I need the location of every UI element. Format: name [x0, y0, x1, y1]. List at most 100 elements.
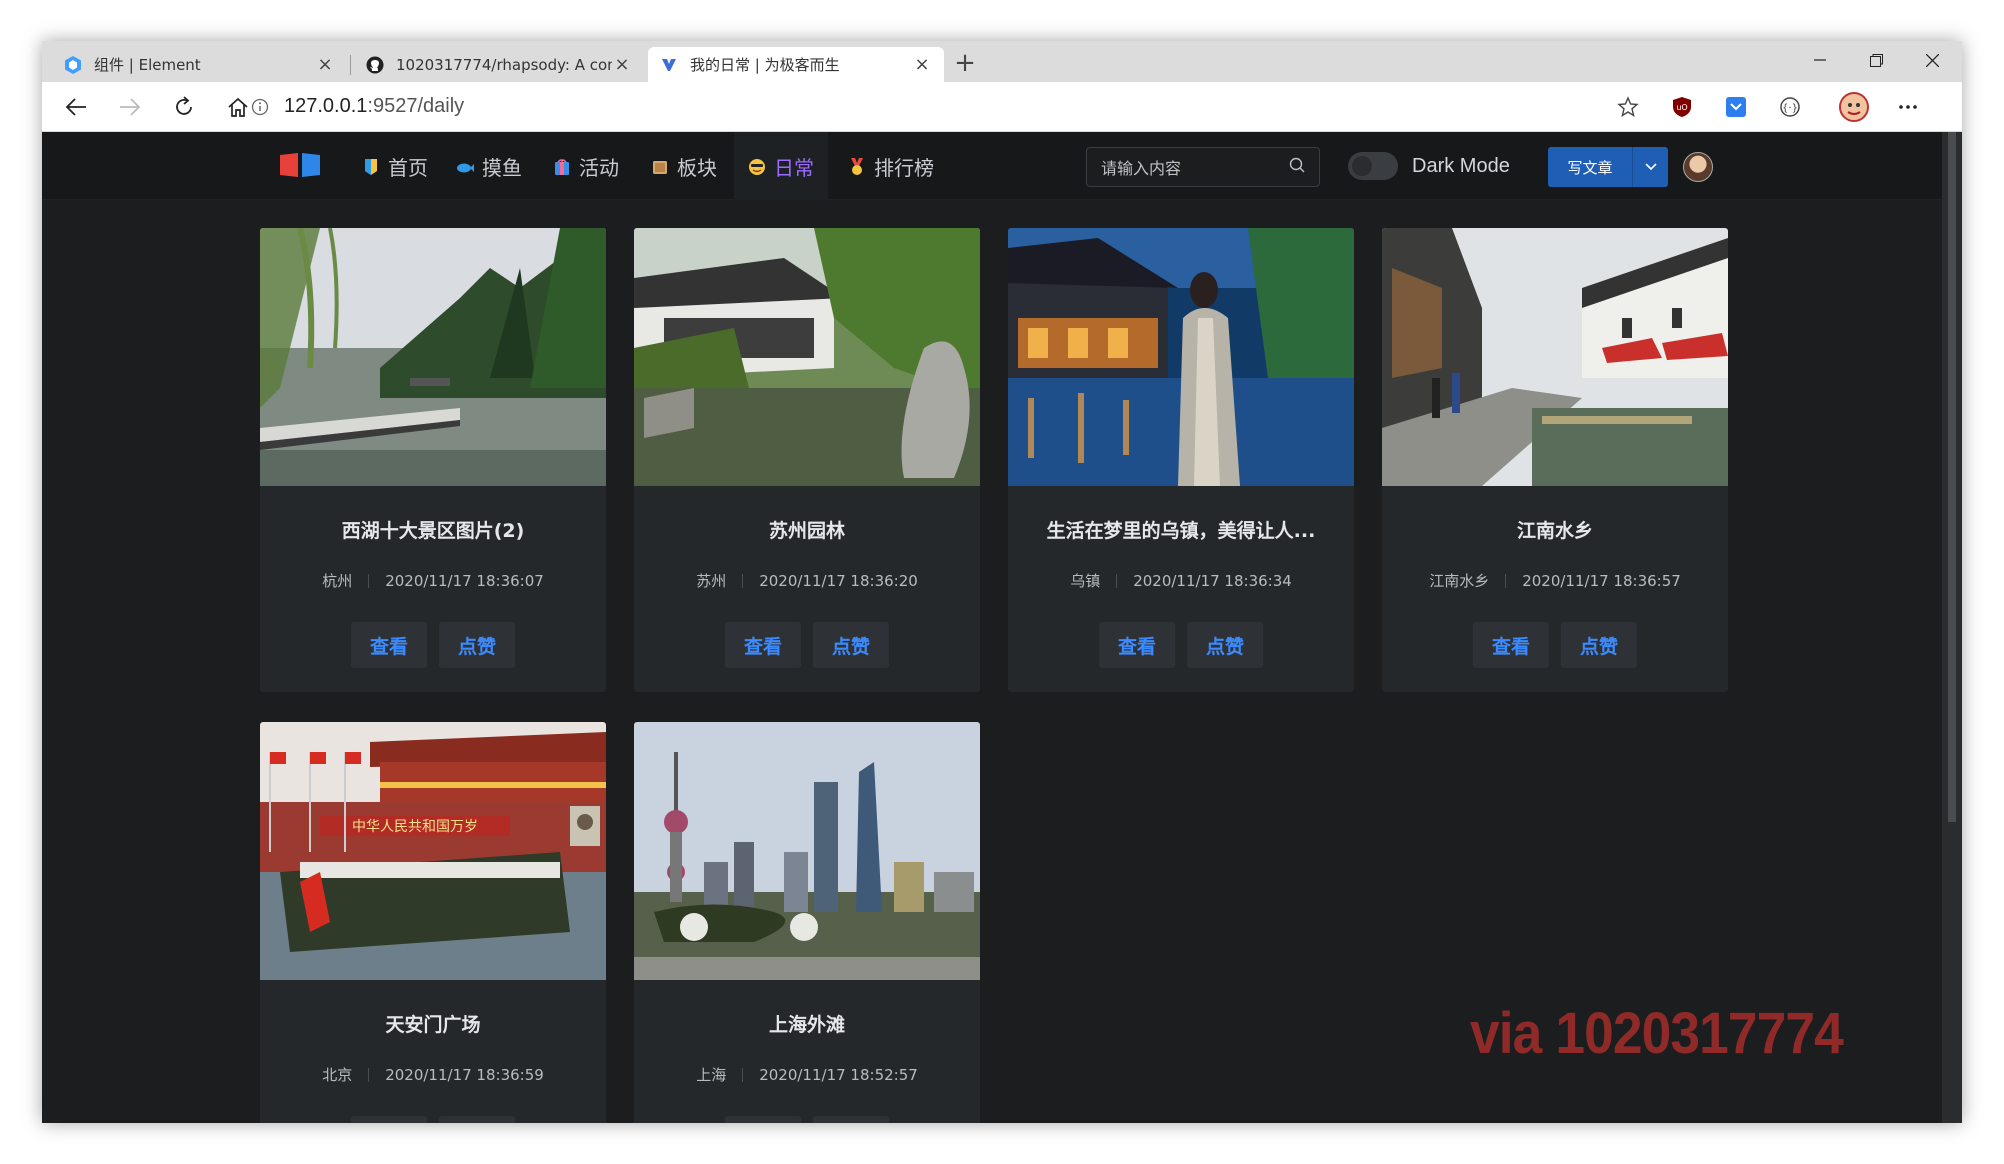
card-time: 2020/11/17 18:52:57	[759, 1065, 918, 1084]
like-button[interactable]: 点赞	[1187, 622, 1263, 668]
view-button[interactable]: 查看	[1099, 622, 1175, 668]
like-button[interactable]: 点赞	[1561, 622, 1637, 668]
close-tab-icon[interactable]: ×	[612, 54, 632, 75]
view-button[interactable]: 查看	[351, 1116, 427, 1123]
nav-ranking[interactable]: 排行榜	[848, 132, 934, 200]
card-4: 江南水乡 江南水乡 2020/11/17 18:36:57 查看 点赞	[1382, 228, 1728, 692]
card-photo[interactable]	[260, 228, 606, 486]
tab-github[interactable]: 1020317774/rhapsody: A comm... ×	[354, 47, 644, 82]
nav-label: 活动	[579, 155, 619, 180]
tab-element[interactable]: 组件 | Element ×	[52, 47, 347, 82]
view-button[interactable]: 查看	[351, 622, 427, 668]
url-host: 127.0.0.1	[284, 95, 368, 117]
card-photo[interactable]: 中华人民共和国万岁	[260, 722, 606, 980]
card-meta: 上海 2020/11/17 18:52:57	[634, 1064, 980, 1085]
view-button[interactable]: 查看	[1473, 622, 1549, 668]
write-article-button[interactable]: 写文章	[1548, 147, 1668, 187]
info-icon[interactable]	[248, 91, 272, 123]
back-button[interactable]	[60, 91, 92, 123]
element-icon	[64, 55, 82, 74]
card-title[interactable]: 西湖十大景区图片(2)	[260, 516, 606, 543]
like-button[interactable]: 点赞	[813, 622, 889, 668]
forward-button[interactable]	[114, 91, 146, 123]
nav-daily[interactable]: 日常	[734, 132, 828, 200]
card-title[interactable]: 上海外滩	[634, 1010, 980, 1037]
github-icon	[366, 56, 384, 74]
close-window-button[interactable]	[1904, 45, 1960, 75]
favorite-star-icon[interactable]	[1612, 91, 1644, 123]
search-icon[interactable]	[1289, 157, 1305, 177]
tab-title: 我的日常 | 为极客而生	[690, 56, 840, 74]
card-photo[interactable]	[634, 228, 980, 486]
tab-title: 组件 | Element	[94, 56, 201, 74]
activity-icon	[553, 157, 571, 175]
nav-activity[interactable]: 活动	[553, 132, 619, 200]
refresh-button[interactable]	[168, 91, 200, 123]
nav-home[interactable]: 首页	[362, 132, 428, 200]
ublock-extension-icon[interactable]: uO	[1666, 91, 1698, 123]
card-meta: 杭州 2020/11/17 18:36:07	[260, 570, 606, 591]
extension-icon[interactable]: {·}	[1774, 91, 1806, 123]
browser-toolbar: 127.0.0.1:9527/daily uO {·}	[42, 82, 1962, 132]
profile-avatar[interactable]	[1838, 91, 1870, 123]
page-content: 首页 摸鱼 活动 板块 日常 排行榜 请输入内容 Dark Mode 写文章 西…	[42, 132, 1942, 1123]
card-time: 2020/11/17 18:36:59	[385, 1065, 544, 1084]
nav-label: 首页	[388, 155, 428, 180]
nav-label: 日常	[774, 155, 814, 180]
card-photo[interactable]	[634, 722, 980, 980]
nav-board[interactable]: 板块	[651, 132, 717, 200]
url-path: :9527/daily	[367, 95, 465, 117]
nav-moyu[interactable]: 摸鱼	[456, 132, 522, 200]
site-icon	[660, 56, 678, 74]
medal-icon	[848, 157, 866, 175]
nav-label: 排行榜	[874, 155, 934, 180]
card-location: 上海	[696, 1066, 727, 1084]
user-avatar[interactable]	[1683, 152, 1713, 182]
search-input[interactable]: 请输入内容	[1086, 147, 1320, 187]
site-logo[interactable]	[280, 152, 320, 178]
site-navbar: 首页 摸鱼 活动 板块 日常 排行榜 请输入内容 Dark Mode 写文章	[42, 132, 1942, 200]
home-icon	[362, 157, 380, 175]
card-time: 2020/11/17 18:36:34	[1133, 571, 1292, 590]
card-3: 生活在梦里的乌镇，美得让人... 乌镇 2020/11/17 18:36:34 …	[1008, 228, 1354, 692]
like-button[interactable]: 点赞	[439, 622, 515, 668]
like-button[interactable]: 点赞	[439, 1116, 515, 1123]
card-1: 西湖十大景区图片(2) 杭州 2020/11/17 18:36:07 查看 点赞	[260, 228, 606, 692]
browser-window: 组件 | Element × 1020317774/rhapsody: A co…	[42, 41, 1962, 1123]
card-photo[interactable]	[1008, 228, 1354, 486]
view-button[interactable]: 查看	[725, 622, 801, 668]
restore-button[interactable]	[1848, 45, 1904, 75]
svg-text:中华人民共和国万岁: 中华人民共和国万岁	[352, 819, 478, 835]
write-article-label: 写文章	[1567, 158, 1613, 177]
dark-mode-toggle[interactable]	[1348, 152, 1398, 180]
search-placeholder: 请输入内容	[1101, 159, 1182, 178]
tab-daily[interactable]: 我的日常 | 为极客而生 ×	[648, 47, 944, 82]
card-meta: 乌镇 2020/11/17 18:36:34	[1008, 570, 1354, 591]
close-tab-icon[interactable]: ×	[912, 54, 932, 75]
card-title[interactable]: 天安门广场	[260, 1010, 606, 1037]
address-bar[interactable]: 127.0.0.1:9527/daily	[284, 95, 464, 118]
card-meta: 苏州 2020/11/17 18:36:20	[634, 570, 980, 591]
minimize-button[interactable]	[1792, 45, 1848, 75]
like-button[interactable]: 点赞	[813, 1116, 889, 1123]
svg-text:uO: uO	[1676, 103, 1687, 112]
save-extension-icon[interactable]	[1720, 91, 1752, 123]
nav-label: 摸鱼	[482, 155, 522, 180]
card-title[interactable]: 江南水乡	[1382, 516, 1728, 543]
card-time: 2020/11/17 18:36:07	[385, 571, 544, 590]
nav-label: 板块	[677, 155, 717, 180]
more-menu-icon[interactable]	[1892, 91, 1924, 123]
new-tab-button[interactable]: +	[950, 49, 980, 79]
page-scrollbar[interactable]	[1942, 132, 1962, 1123]
chevron-down-icon[interactable]	[1632, 147, 1668, 187]
card-6: 上海外滩 上海 2020/11/17 18:52:57 查看 点赞	[634, 722, 980, 1123]
card-photo[interactable]	[1382, 228, 1728, 486]
close-tab-icon[interactable]: ×	[315, 54, 335, 75]
card-5: 中华人民共和国万岁 天安门广场 北京 2020/11/17 18:36:59	[260, 722, 606, 1123]
card-meta: 江南水乡 2020/11/17 18:36:57	[1382, 570, 1728, 591]
card-2: 苏州园林 苏州 2020/11/17 18:36:20 查看 点赞	[634, 228, 980, 692]
view-button[interactable]: 查看	[725, 1116, 801, 1123]
card-title[interactable]: 苏州园林	[634, 516, 980, 543]
tab-strip: 组件 | Element × 1020317774/rhapsody: A co…	[42, 41, 1962, 82]
card-title[interactable]: 生活在梦里的乌镇，美得让人...	[1008, 516, 1354, 543]
